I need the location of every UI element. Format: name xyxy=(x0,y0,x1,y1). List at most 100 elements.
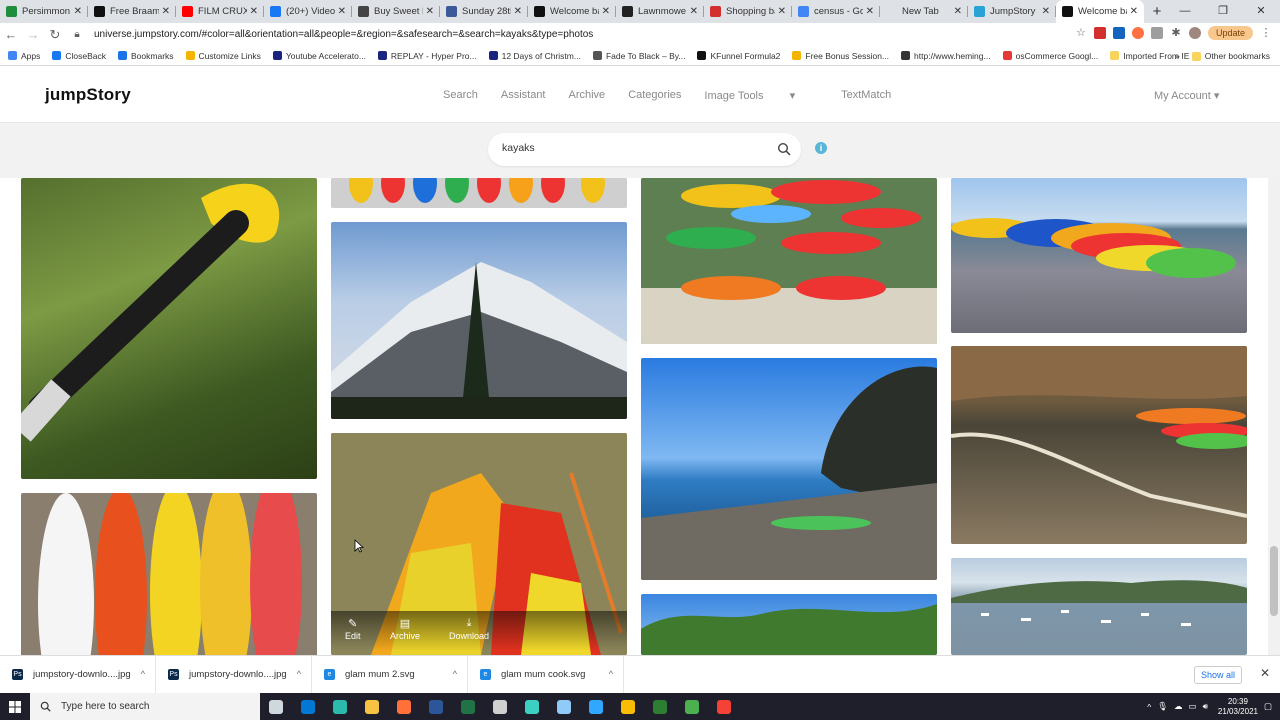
taskbar-camtasia-red-icon[interactable] xyxy=(708,693,740,720)
taskbar-chrome-icon[interactable] xyxy=(612,693,644,720)
microphone-icon[interactable]: 🎙︎ xyxy=(1157,701,1168,712)
info-icon[interactable]: i xyxy=(815,142,827,154)
nav-search[interactable]: Search xyxy=(443,89,478,102)
show-all-downloads-button[interactable]: Show all xyxy=(1193,666,1242,684)
nav-textmatch[interactable]: TextMatch xyxy=(841,89,891,102)
more-bookmarks-icon[interactable]: » xyxy=(1175,51,1180,61)
chevron-up-icon[interactable]: ^ xyxy=(453,669,457,679)
chevron-up-icon[interactable]: ^ xyxy=(297,669,301,679)
search-icon[interactable] xyxy=(777,142,791,156)
close-tab-icon[interactable]: ✕ xyxy=(338,6,346,17)
taskbar-notes-icon[interactable] xyxy=(548,693,580,720)
kebab-menu-icon[interactable]: ⋮ xyxy=(1260,27,1272,39)
page-scrollbar[interactable] xyxy=(1268,178,1280,655)
bookmark-item[interactable]: Free Bonus Session... xyxy=(792,51,889,61)
close-tab-icon[interactable]: ✕ xyxy=(74,6,82,17)
bookmark-item[interactable]: Bookmarks xyxy=(118,51,174,61)
network-icon[interactable]: ▭ xyxy=(1189,701,1197,712)
photo-kayak-rack-colorful[interactable] xyxy=(641,178,937,344)
avatar[interactable] xyxy=(1188,27,1201,39)
bookmark-item[interactable]: http://www.heming... xyxy=(901,51,991,61)
close-tab-icon[interactable]: ✕ xyxy=(250,6,258,17)
taskbar-task-view-icon[interactable] xyxy=(260,693,292,720)
close-tab-icon[interactable]: ✕ xyxy=(778,6,786,17)
taskbar-camtasia-green-icon[interactable] xyxy=(676,693,708,720)
nav-image-tools[interactable]: Image Tools ▾ xyxy=(704,89,818,102)
bookmark-item[interactable]: 12 Days of Christm... xyxy=(488,51,581,61)
close-tab-icon[interactable]: ✕ xyxy=(1042,6,1050,17)
bookmark-item[interactable]: KFunnel Formula2 xyxy=(697,51,780,61)
chevron-up-icon[interactable]: ^ xyxy=(141,669,145,679)
taskbar-search[interactable]: Type here to search xyxy=(30,693,260,720)
close-tab-icon[interactable]: ✕ xyxy=(162,6,170,17)
taskbar-outlook-icon[interactable] xyxy=(292,693,324,720)
photo-tropical-trees[interactable] xyxy=(641,594,937,655)
download-item[interactable]: Ps jumpstory-downlo....jpg ^ xyxy=(0,655,156,694)
cloud-icon[interactable]: ☁︎ xyxy=(1174,701,1183,712)
bookmark-item[interactable]: Fade To Black – By... xyxy=(592,51,685,61)
photo-beach-cliff[interactable] xyxy=(641,358,937,580)
taskbar-explorer-icon[interactable] xyxy=(356,693,388,720)
close-downloads-icon[interactable]: ✕ xyxy=(1260,666,1270,680)
browser-tab[interactable]: FILM CRUX ✕ xyxy=(176,0,264,23)
jumpstory-logo[interactable]: jumpStory xyxy=(45,85,131,105)
url-field[interactable]: universe.jumpstory.com/#color=all&orient… xyxy=(94,29,1084,40)
download-action[interactable]: ⤓ Download xyxy=(449,617,489,641)
chevron-up-icon[interactable]: ^ xyxy=(1147,702,1151,712)
browser-tab[interactable]: Buy Sweet P✕ xyxy=(352,0,440,23)
taskbar-calculator-icon[interactable] xyxy=(484,693,516,720)
close-tab-icon[interactable]: ✕ xyxy=(514,6,522,17)
nav-assistant[interactable]: Assistant xyxy=(501,89,546,102)
taskbar-excel-icon[interactable] xyxy=(452,693,484,720)
puzzle-icon[interactable]: ✱ xyxy=(1170,27,1182,39)
close-tab-icon[interactable]: ✕ xyxy=(426,6,434,17)
chevron-up-icon[interactable]: ^ xyxy=(609,669,613,679)
notifications-icon[interactable]: ▢ xyxy=(1264,701,1272,712)
download-item[interactable]: Ps jumpstory-downlo....jpg ^ xyxy=(156,655,312,694)
bookmark-item[interactable]: CloseBack xyxy=(52,51,106,61)
photo-kayaks-dock[interactable] xyxy=(21,493,317,655)
nav-categories[interactable]: Categories xyxy=(628,89,681,102)
search-input[interactable] xyxy=(502,142,762,154)
close-tab-icon[interactable]: ✕ xyxy=(866,6,874,17)
browser-tab[interactable]: Free Braam ✕ xyxy=(88,0,176,23)
taskbar-photoshop-icon[interactable] xyxy=(580,693,612,720)
bookmark-item[interactable]: Customize Links xyxy=(185,51,261,61)
browser-tab[interactable]: census - Go ✕ xyxy=(792,0,880,23)
photo-snowy-mountain[interactable] xyxy=(331,222,627,419)
bookmark-item[interactable]: Youtube Accelerato... xyxy=(272,51,366,61)
download-item[interactable]: e glam mum 2.svg ^ xyxy=(312,655,468,694)
my-account-menu[interactable]: My Account ▾ xyxy=(1154,89,1219,102)
extension-blue-icon[interactable] xyxy=(1112,27,1125,39)
nav-archive[interactable]: Archive xyxy=(569,89,606,102)
browser-tab[interactable]: Welcome ba ✕ xyxy=(528,0,616,23)
photo-kayak-rack-top[interactable] xyxy=(331,178,627,208)
extension-orange-icon[interactable] xyxy=(1131,27,1144,39)
browser-tab[interactable]: JumpStory ✕ xyxy=(968,0,1056,23)
reload-icon[interactable]: ↻ xyxy=(44,27,66,43)
browser-tab[interactable]: Sunday 28th ✕ xyxy=(440,0,528,23)
photo-harbor-boats[interactable] xyxy=(951,558,1247,655)
photo-kayaks-shore[interactable] xyxy=(951,178,1247,333)
star-icon[interactable]: ☆ xyxy=(1075,27,1087,39)
taskbar-edge-beta-icon[interactable] xyxy=(516,693,548,720)
bookmark-item[interactable]: REPLAY - Hyper Pro... xyxy=(377,51,477,61)
update-button[interactable]: Update xyxy=(1207,26,1253,40)
windows-start-icon[interactable] xyxy=(0,693,30,720)
taskbar-firefox-icon[interactable] xyxy=(388,693,420,720)
minimize-icon[interactable]: — xyxy=(1166,0,1204,22)
bookmark-item[interactable]: Apps xyxy=(8,51,40,61)
other-bookmarks[interactable]: » Other bookmarks xyxy=(1175,51,1270,61)
browser-tab[interactable]: (20+) Video ✕ xyxy=(264,0,352,23)
download-item[interactable]: e glam mum cook.svg ^ xyxy=(468,655,624,694)
restore-icon[interactable]: ❐ xyxy=(1204,0,1242,22)
edit-action[interactable]: ✎ Edit xyxy=(345,617,361,641)
browser-tab[interactable]: New Tab ✕ xyxy=(880,0,968,23)
browser-tab[interactable]: Shopping ba ✕ xyxy=(704,0,792,23)
scrollbar-thumb[interactable] xyxy=(1270,546,1278,616)
taskbar-xbox-icon[interactable] xyxy=(644,693,676,720)
volume-icon[interactable]: 🔊︎ xyxy=(1203,701,1208,712)
forward-icon[interactable]: → xyxy=(22,27,44,42)
extension-acrobat-icon[interactable] xyxy=(1093,27,1106,39)
photo-rocks-water[interactable] xyxy=(951,346,1247,544)
